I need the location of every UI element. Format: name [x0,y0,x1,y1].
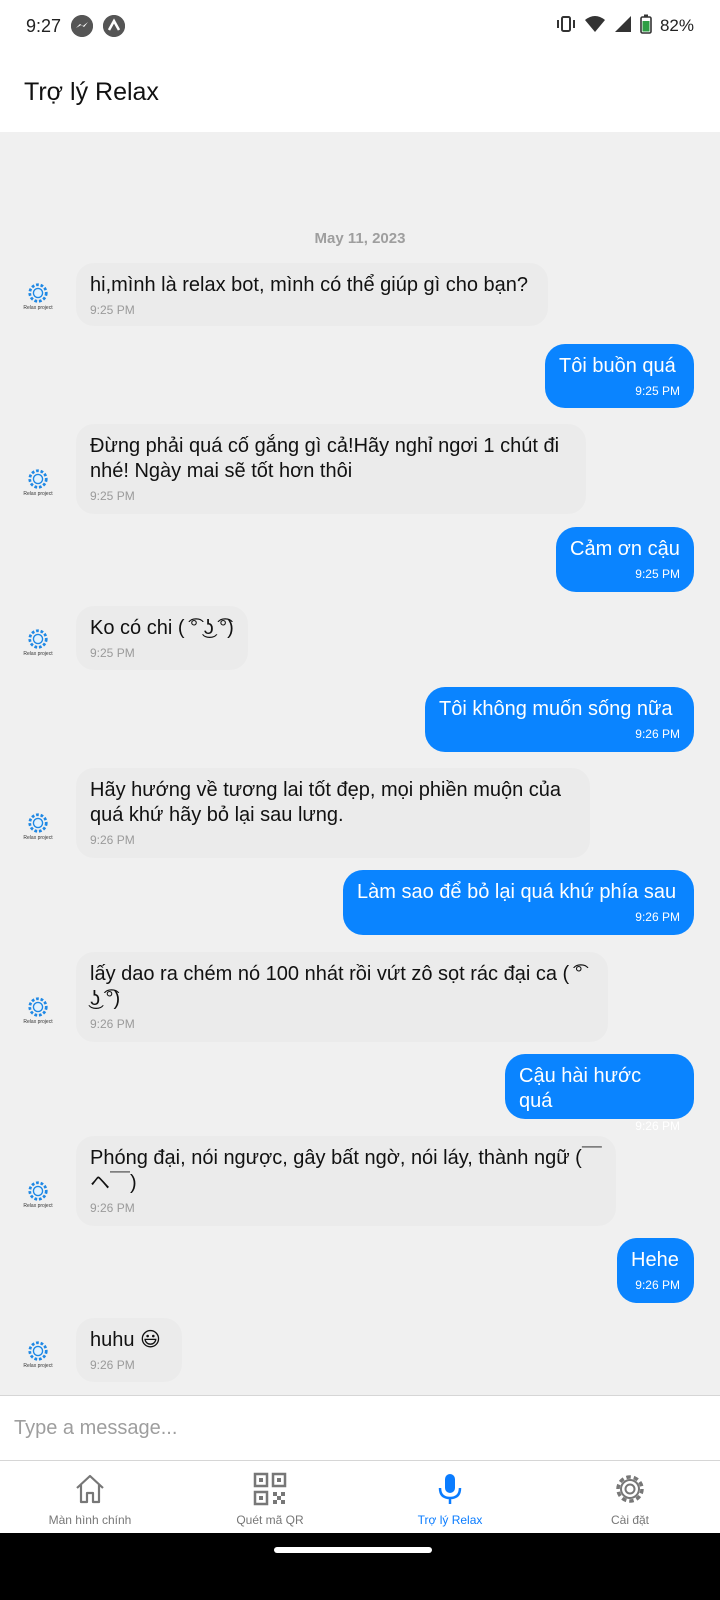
bot-avatar: Relax project [18,282,58,322]
messenger-icon [71,15,94,37]
bot-logo-icon [28,1341,48,1361]
message-text: lấy dao ra chém nó 100 nhát rồi vứt zô s… [90,963,583,1010]
message-text: huhu 😃 [90,1329,161,1351]
message-time: 9:25 PM [635,384,680,398]
incoming-message: lấy dao ra chém nó 100 nhát rồi vứt zô s… [76,952,608,1042]
bot-logo-icon [28,1181,48,1201]
message-text: Hãy hướng về tương lai tốt đẹp, mọi phiề… [90,779,562,826]
bottom-tab-bar: Màn hình chính Quét mã QR Trợ lý Relax C… [0,1461,720,1533]
bot-avatar: Relax project [18,468,58,508]
tab-label: Quét mã QR [236,1513,304,1527]
avatar-caption: Relax project [23,1203,53,1209]
tab-label: Trợ lý Relax [417,1513,483,1527]
outgoing-message: Làm sao để bỏ lại quá khứ phía sau 9:26 … [343,870,694,935]
message-text: hi,mình là relax bot, mình có thể giúp g… [90,274,529,296]
avatar-caption: Relax project [23,835,53,841]
message-time: 9:26 PM [635,910,680,924]
message-text: Tôi không muốn sống nữa [439,698,673,720]
message-text: Ko có chi ( ͡° ͜ʖ ͡°) [90,617,234,639]
bot-avatar: Relax project [18,1340,58,1380]
chat-area[interactable]: May 11, 2023 Relax project hi,mình là re… [0,132,720,1395]
message-time: 9:26 PM [90,833,135,847]
signal-icon [614,15,632,38]
message-time: 9:25 PM [90,646,135,660]
message-text: Cảm ơn cậu [570,538,680,560]
message-text: Làm sao để bỏ lại quá khứ phía sau [357,881,677,903]
vibrate-icon [556,15,576,38]
bot-logo-icon [28,283,48,303]
outgoing-message: Tôi không muốn sống nữa 9:26 PM [425,687,694,752]
home-icon [76,1474,104,1504]
avatar-caption: Relax project [23,651,53,657]
tab-relax-assistant[interactable]: Trợ lý Relax [360,1461,540,1533]
avatar-caption: Relax project [23,305,53,311]
incoming-message: huhu 😃 9:26 PM [76,1318,182,1382]
message-text: Cậu hài hước quá [519,1065,642,1112]
status-time: 9:27 [26,15,62,36]
message-time: 9:25 PM [635,567,680,581]
avatar-caption: Relax project [23,491,53,497]
message-time: 9:26 PM [635,727,680,741]
date-separator: May 11, 2023 [314,230,406,247]
outgoing-message: Hehe 9:26 PM [617,1238,694,1303]
bot-logo-icon [28,813,48,833]
page-title: Trợ lý Relax [24,77,159,106]
tab-label: Cài đặt [610,1513,650,1527]
message-text: Hehe [631,1249,679,1271]
system-nav-bar [0,1533,720,1600]
avatar-caption: Relax project [23,1363,53,1369]
bot-avatar: Relax project [18,628,58,668]
message-time: 9:26 PM [635,1119,680,1133]
outgoing-message: Tôi buồn quá 9:25 PM [545,344,694,408]
microphone-icon [438,1474,462,1504]
status-bar: 9:27 82% [0,0,720,52]
bot-logo-icon [28,629,48,649]
home-gesture-handle[interactable] [274,1547,432,1553]
tab-settings[interactable]: Cài đặt [540,1461,720,1533]
bot-avatar: Relax project [18,996,58,1036]
message-input[interactable] [14,1416,694,1440]
qr-code-icon [253,1472,287,1506]
tab-label: Màn hình chính [48,1513,132,1527]
avatar-caption: Relax project [23,1019,53,1025]
message-text: Tôi buồn quá [559,355,676,377]
tab-qr-scan[interactable]: Quét mã QR [180,1461,360,1533]
message-time: 9:26 PM [635,1278,680,1292]
outgoing-message: Cảm ơn cậu 9:25 PM [556,527,694,592]
incoming-message: Đừng phải quá cố gắng gì cả!Hãy nghỉ ngơ… [76,424,586,514]
message-time: 9:26 PM [90,1201,135,1215]
app-header: Trợ lý Relax [0,52,720,132]
message-time: 9:26 PM [90,1017,135,1031]
message-time: 9:25 PM [90,303,135,317]
message-time: 9:26 PM [90,1358,135,1372]
message-text: Phóng đại, nói ngược, gây bất ngờ, nói l… [90,1147,602,1194]
incoming-message: Ko có chi ( ͡° ͜ʖ ͡°) 9:25 PM [76,606,248,670]
incoming-message: hi,mình là relax bot, mình có thể giúp g… [76,263,548,326]
wifi-icon [584,15,606,38]
message-composer [0,1395,720,1461]
outgoing-message: Cậu hài hước quá 9:26 PM [505,1054,694,1133]
bot-avatar: Relax project [18,1180,58,1220]
tab-home[interactable]: Màn hình chính [0,1461,180,1533]
bot-avatar: Relax project [18,812,58,852]
bot-logo-icon [28,469,48,489]
bot-logo-icon [28,997,48,1017]
battery-percent: 82% [659,16,694,35]
gear-icon [616,1475,644,1503]
incoming-message: Phóng đại, nói ngược, gây bất ngờ, nói l… [76,1136,616,1226]
app-notification-icon [103,15,126,37]
incoming-message: Hãy hướng về tương lai tốt đẹp, mọi phiề… [76,768,590,858]
message-text: Đừng phải quá cố gắng gì cả!Hãy nghỉ ngơ… [90,435,560,482]
battery-icon [640,14,652,39]
message-time: 9:25 PM [90,489,135,503]
